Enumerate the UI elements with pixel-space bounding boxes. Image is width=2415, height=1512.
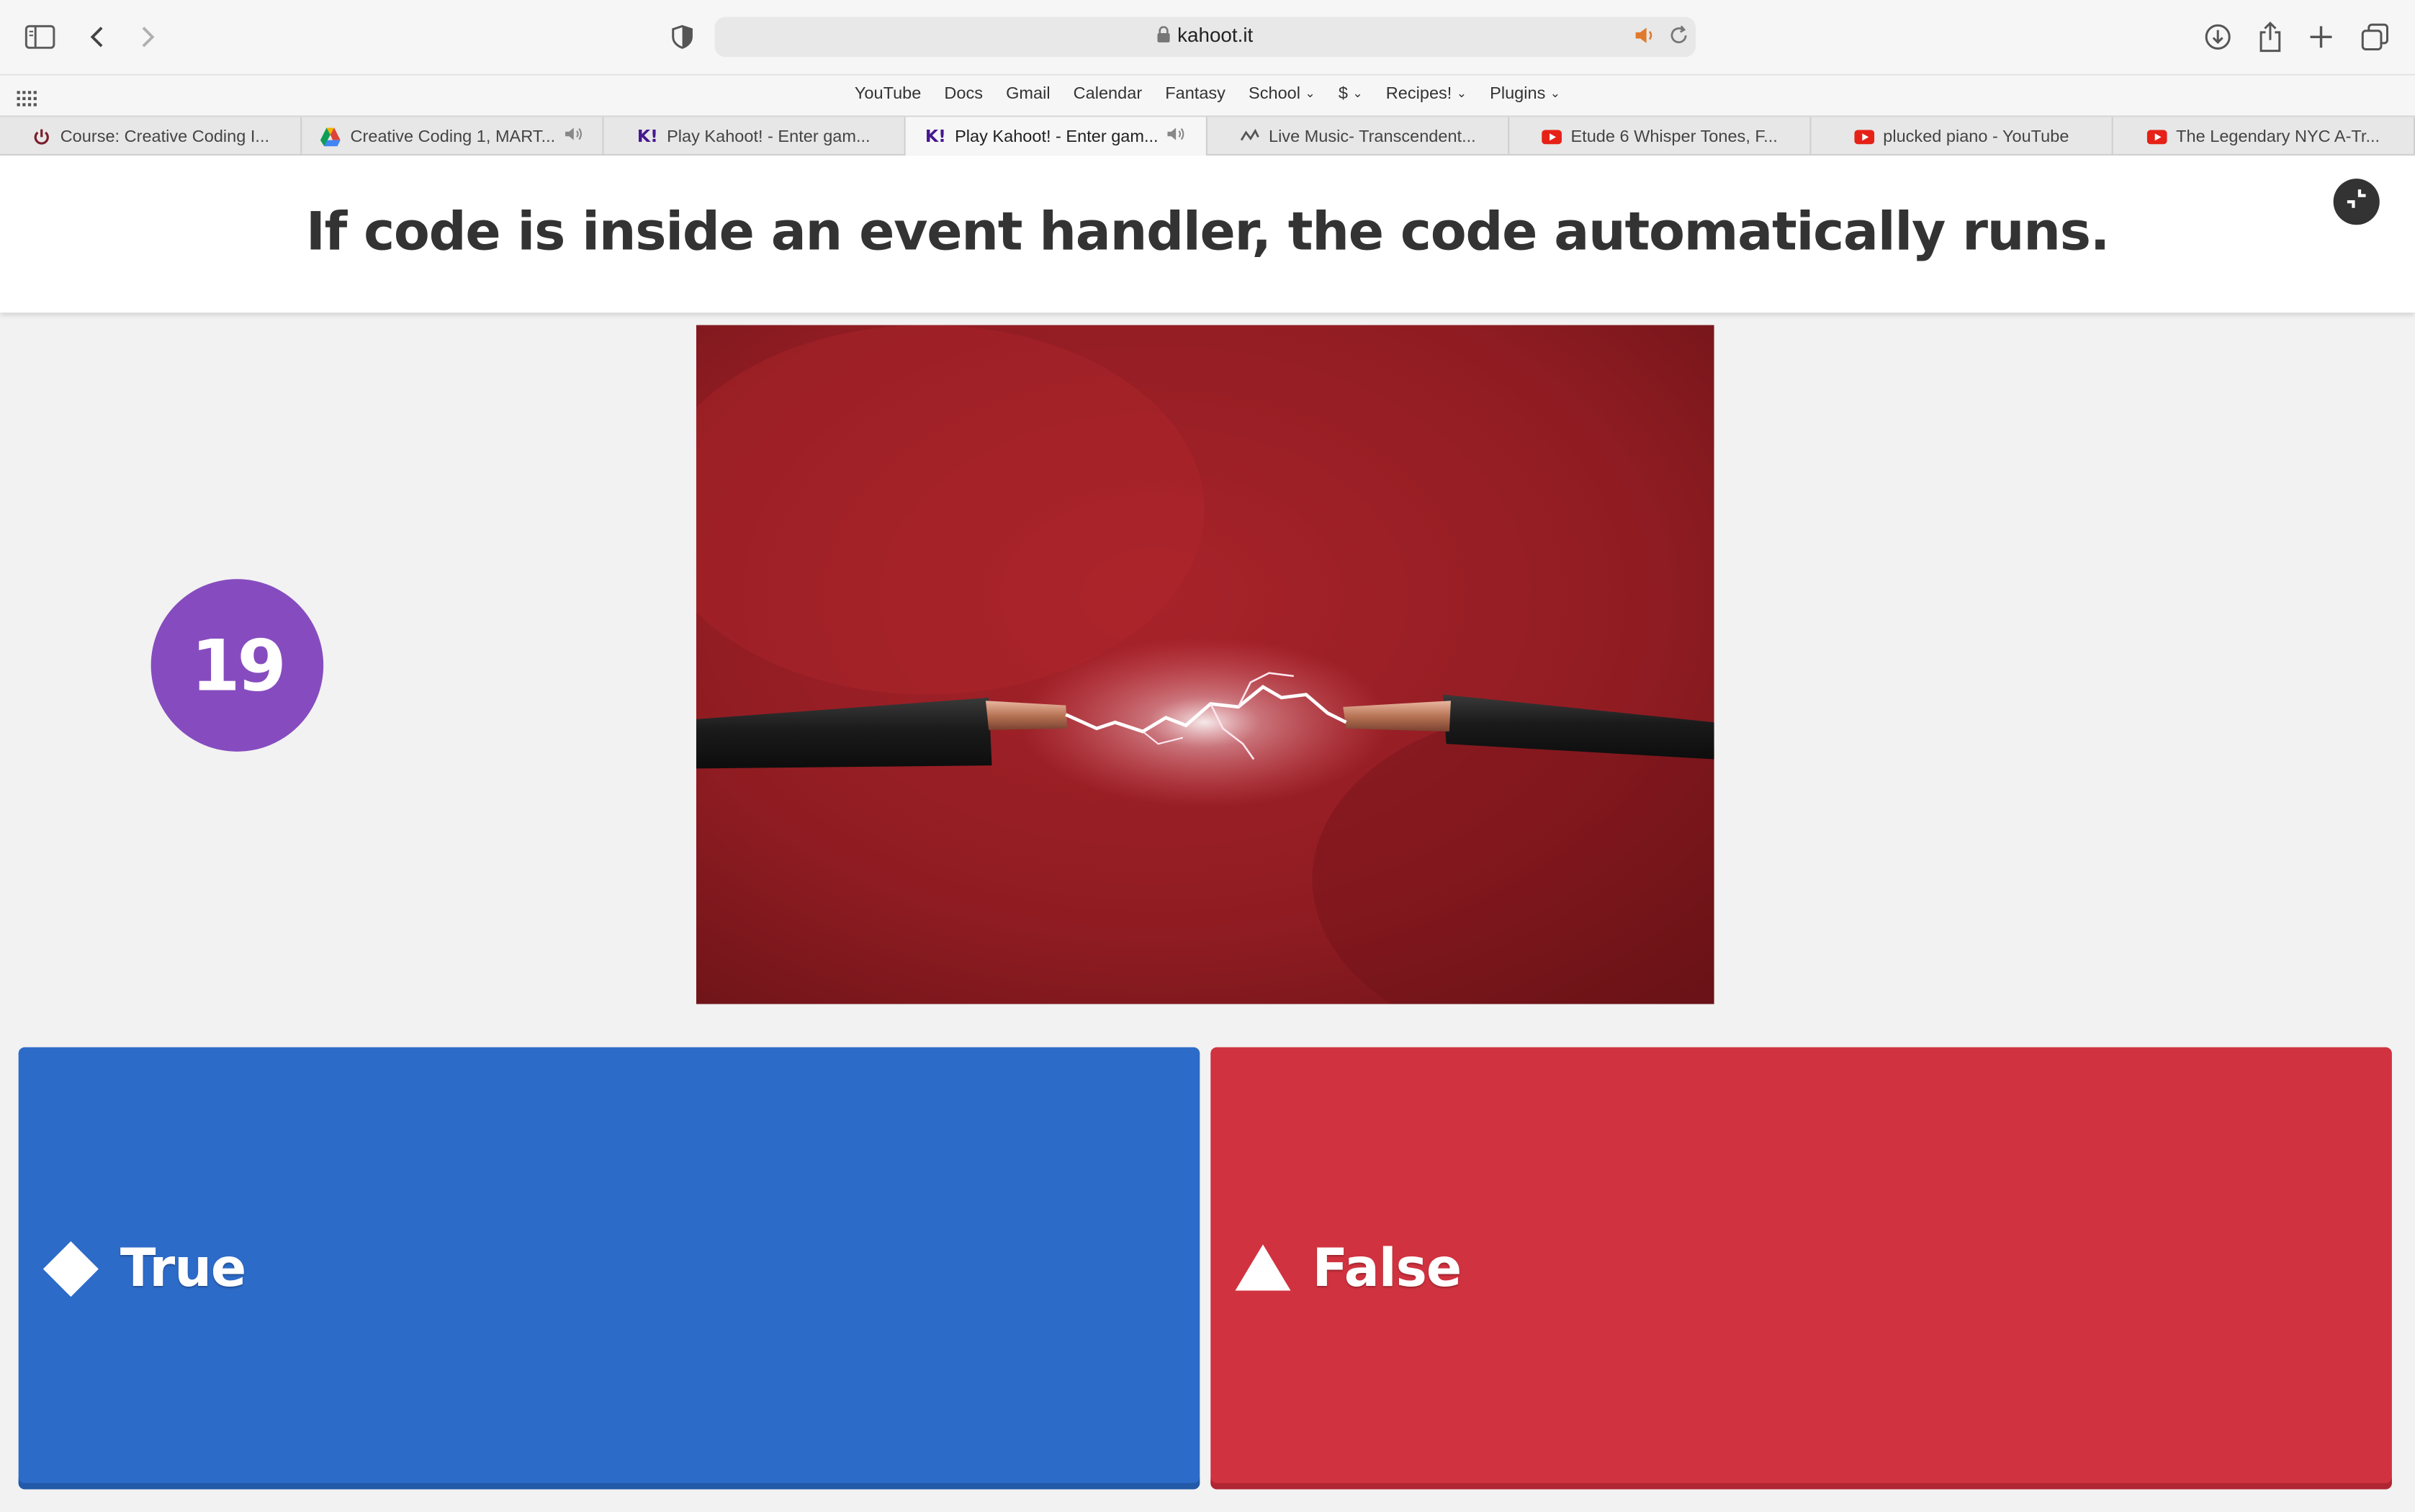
kahoot-icon: K!: [637, 126, 658, 147]
bookmark-label: YouTube: [854, 84, 922, 104]
bookmark-label: $: [1338, 84, 1348, 104]
tab-bar: Course: Creative Coding I... Creative Cod…: [0, 115, 2415, 156]
address-bar[interactable]: kahoot.it: [714, 17, 1696, 58]
browser-tab[interactable]: K! Play Kahoot! - Enter gam...: [604, 117, 906, 156]
url-text: kahoot.it: [1177, 23, 1254, 47]
bookmark-item[interactable]: School ⌄: [1249, 85, 1316, 104]
lock-icon: [1157, 24, 1171, 48]
bookmark-item[interactable]: Calendar: [1074, 85, 1142, 104]
bookmark-label: Gmail: [1006, 84, 1051, 104]
tab-label: The Legendary NYC A-Tr...: [2176, 127, 2380, 146]
answer-false-button[interactable]: False: [1210, 1047, 2392, 1490]
answer-false-label: False: [1312, 1237, 1462, 1300]
browser-tab[interactable]: Live Music- Transcendent...: [1208, 117, 1510, 156]
bookmark-label: School: [1249, 84, 1301, 104]
drive-icon: [320, 126, 341, 146]
reload-icon[interactable]: [1668, 24, 1690, 54]
browser-tab[interactable]: The Legendary NYC A-Tr...: [2113, 117, 2415, 156]
tab-label: plucked piano - YouTube: [1883, 127, 2069, 146]
bookmarks-bar: YouTube Docs Gmail Calendar Fantasy School ⌄ $ ⌄…: [0, 73, 2415, 116]
sidebar-toggle-icon[interactable]: [22, 19, 58, 55]
bookmark-label: Calendar: [1073, 84, 1143, 104]
exit-fullscreen-icon: [2344, 186, 2369, 218]
answer-true-label: True: [120, 1237, 246, 1300]
bookmark-item[interactable]: Fantasy: [1165, 85, 1226, 104]
bookmark-item[interactable]: YouTube: [855, 85, 921, 104]
browser-tab[interactable]: Creative Coding 1, MART...: [302, 117, 604, 156]
bookmark-item[interactable]: $ ⌄: [1339, 85, 1363, 104]
bookmark-item[interactable]: Gmail: [1006, 85, 1050, 104]
privacy-shield-icon[interactable]: [664, 19, 701, 55]
bookmark-label: Recipes!: [1385, 84, 1452, 104]
new-tab-icon[interactable]: [2303, 19, 2339, 55]
kahoot-icon: K!: [925, 126, 946, 147]
diamond-icon: [40, 1238, 102, 1300]
bookmark-label: Docs: [944, 84, 984, 104]
chevron-down-icon: ⌄: [1352, 86, 1363, 101]
tab-label: Live Music- Transcendent...: [1268, 127, 1476, 146]
tab-overview-icon[interactable]: [2357, 19, 2393, 55]
tab-audio-icon[interactable]: [1167, 126, 1186, 146]
triangle-icon: [1232, 1238, 1294, 1300]
tab-label: Etude 6 Whisper Tones, F...: [1570, 127, 1778, 146]
browser-tab[interactable]: K! Play Kahoot! - Enter gam...: [905, 117, 1208, 156]
tab-label: Creative Coding 1, MART...: [350, 127, 556, 146]
answer-true-button[interactable]: True: [18, 1047, 1200, 1490]
browser-tab[interactable]: Course: Creative Coding I...: [0, 117, 302, 156]
fullscreen-button[interactable]: [2333, 179, 2380, 225]
share-icon[interactable]: [2252, 19, 2288, 55]
bookmark-label: Fantasy: [1165, 84, 1226, 104]
browser-tab[interactable]: plucked piano - YouTube: [1812, 117, 2113, 156]
question-header: If code is inside an event handler, the …: [0, 156, 2415, 313]
power-icon: [31, 126, 51, 146]
back-icon[interactable]: [78, 19, 115, 55]
youtube-icon: [1541, 126, 1562, 146]
downloads-icon[interactable]: [2200, 19, 2236, 55]
youtube-icon: [2146, 126, 2167, 146]
browser-toolbar: kahoot.it: [0, 0, 2415, 74]
forward-icon[interactable]: [130, 19, 166, 55]
bookmark-item[interactable]: Docs: [944, 85, 983, 104]
bookmark-item[interactable]: Plugins ⌄: [1490, 85, 1560, 104]
speaker-icon[interactable]: [1634, 24, 1656, 54]
chevron-down-icon: ⌄: [1550, 86, 1561, 101]
youtube-icon: [1853, 126, 1874, 146]
browser-tab[interactable]: Etude 6 Whisper Tones, F...: [1509, 117, 1812, 156]
music-icon: [1239, 126, 1259, 146]
tab-label: Play Kahoot! - Enter gam...: [955, 127, 1159, 146]
tab-label: Course: Creative Coding I...: [60, 127, 270, 146]
chevron-down-icon: ⌄: [1456, 86, 1467, 101]
tab-label: Play Kahoot! - Enter gam...: [667, 127, 871, 146]
bookmark-label: Plugins: [1490, 84, 1546, 104]
question-text: If code is inside an event handler, the …: [305, 202, 2110, 264]
tab-audio-icon[interactable]: [565, 126, 583, 146]
bookmark-list: YouTube Docs Gmail Calendar Fantasy School ⌄ $ ⌄…: [0, 85, 2415, 104]
chevron-down-icon: ⌄: [1305, 86, 1316, 101]
countdown-timer: 19: [150, 579, 324, 752]
bookmark-item[interactable]: Recipes! ⌄: [1386, 85, 1467, 104]
question-image: [696, 325, 1714, 1004]
